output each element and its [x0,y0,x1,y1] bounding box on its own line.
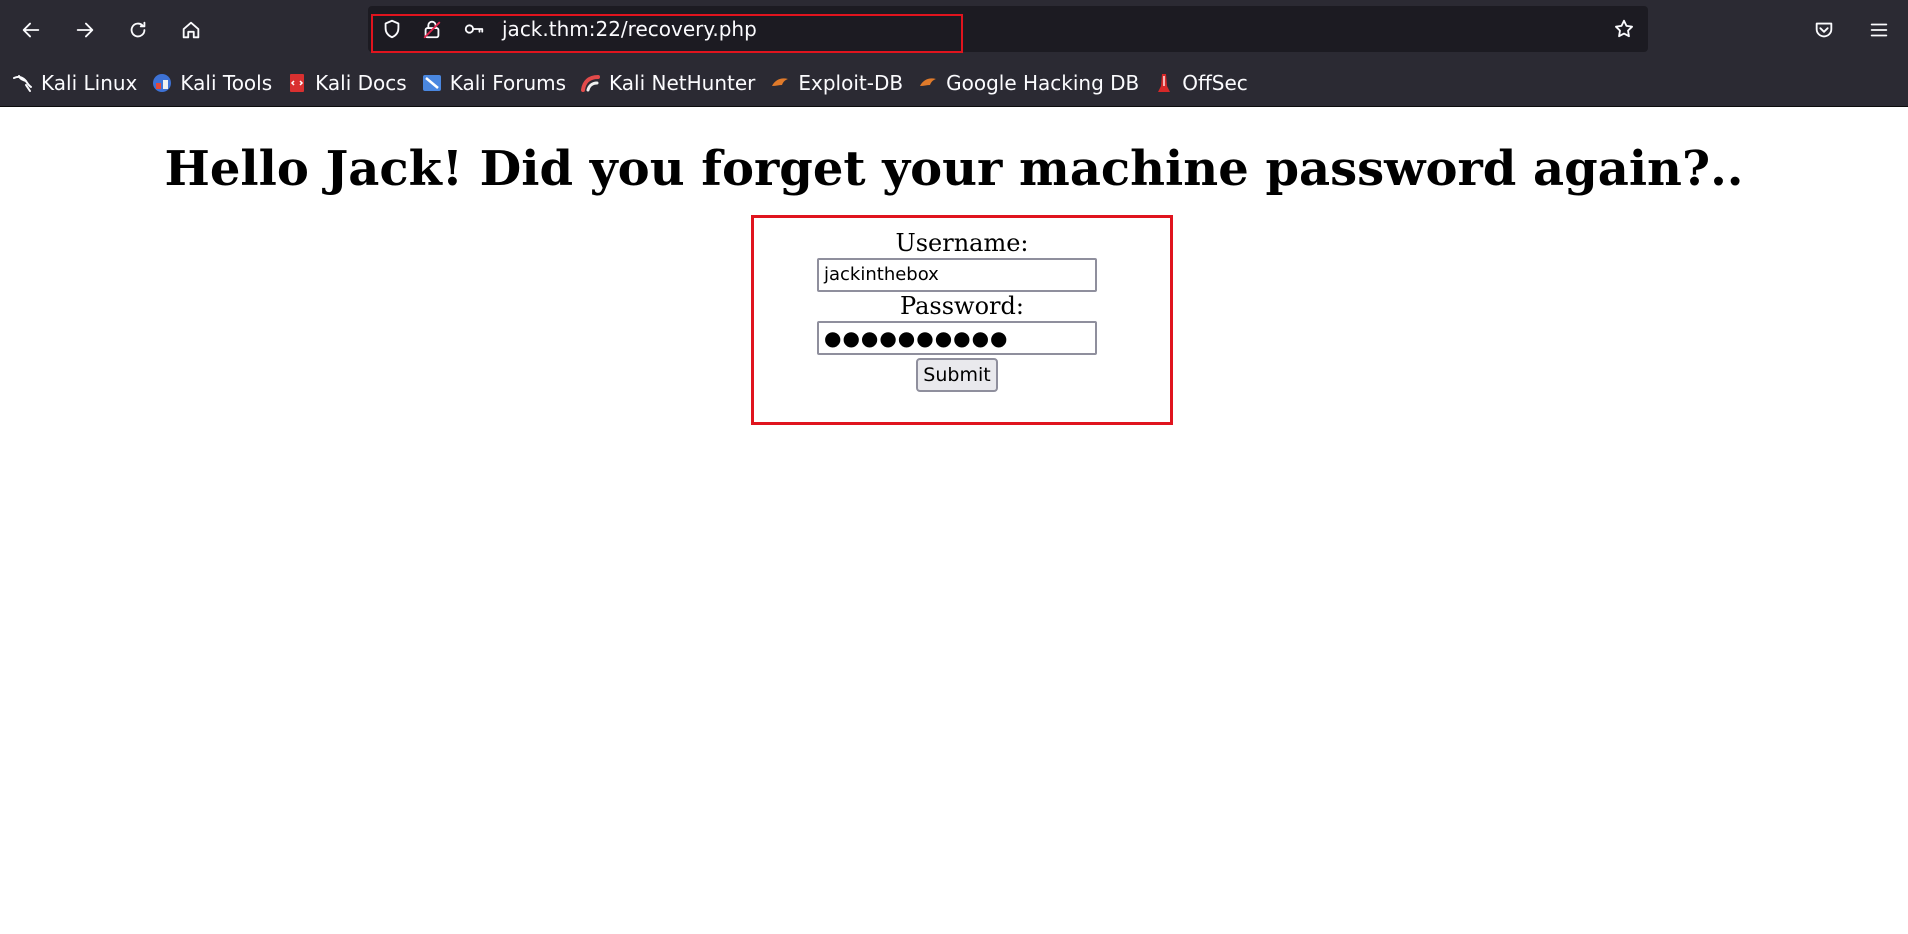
pocket-button[interactable] [1805,12,1843,48]
reload-icon [130,21,146,38]
key-icon[interactable] [462,17,486,41]
bookmark-exploit-db[interactable]: Exploit-DB [769,66,907,100]
forward-button[interactable] [66,12,104,48]
browser-chrome: jack.thm:22/recovery.php Kali Linux Kali… [0,0,1908,106]
home-button[interactable] [172,12,210,48]
page-content: Hello Jack! Did you forget your machine … [0,107,1908,934]
bookmark-star-icon[interactable] [1612,17,1636,41]
navigation-toolbar: jack.thm:22/recovery.php [0,0,1908,60]
bookmark-label: Kali Tools [180,71,273,95]
page-heading: Hello Jack! Did you forget your machine … [164,141,1744,197]
bookmark-kali-tools[interactable]: Kali Tools [151,66,276,100]
hamburger-menu-icon [1870,23,1888,37]
kali-forums-icon [421,72,443,94]
insecure-lock-icon[interactable] [420,17,444,41]
arrow-left-icon [22,22,40,38]
reload-button[interactable] [119,12,157,48]
password-input[interactable]: ●●●●●●●●●● [817,321,1097,355]
bookmark-offsec[interactable]: OffSec [1153,66,1252,100]
bookmark-label: Kali Docs [315,71,407,95]
bookmark-kali-forums[interactable]: Kali Forums [421,66,570,100]
bookmarks-toolbar: Kali Linux Kali Tools Kali Docs Kali For… [0,64,1908,102]
kali-docs-icon [286,72,308,94]
kali-nethunter-icon [580,72,602,94]
kali-dragon-icon [12,72,34,94]
google-hacking-db-icon [917,72,939,94]
offsec-icon [1153,72,1175,94]
bookmark-label: Kali Forums [449,71,567,95]
url-bar[interactable]: jack.thm:22/recovery.php [368,6,1648,52]
bookmark-kali-linux[interactable]: Kali Linux [12,66,141,100]
bookmark-label: Google Hacking DB [946,71,1140,95]
form-highlight-annotation: Username: jackinthebox Password: ●●●●●●●… [751,215,1173,425]
url-text[interactable]: jack.thm:22/recovery.php [502,17,757,41]
kali-tools-icon [151,72,173,94]
bookmark-kali-docs[interactable]: Kali Docs [286,66,411,100]
submit-button[interactable]: Submit [916,358,998,392]
username-label: Username: [895,229,1029,257]
pocket-icon [1815,22,1833,38]
arrow-right-icon [76,22,94,38]
back-button[interactable] [12,12,50,48]
username-input[interactable]: jackinthebox [817,258,1097,292]
shield-icon[interactable] [380,17,404,41]
bookmark-label: Kali Linux [41,71,138,95]
bookmark-google-hacking-db[interactable]: Google Hacking DB [917,66,1143,100]
bookmark-label: OffSec [1182,71,1248,95]
password-label: Password: [900,292,1024,320]
bookmark-label: Exploit-DB [798,71,904,95]
bookmark-label: Kali NetHunter [609,71,756,95]
home-icon [182,21,200,39]
exploit-db-icon [769,72,791,94]
bookmark-kali-nethunter[interactable]: Kali NetHunter [580,66,759,100]
menu-button[interactable] [1860,12,1898,48]
